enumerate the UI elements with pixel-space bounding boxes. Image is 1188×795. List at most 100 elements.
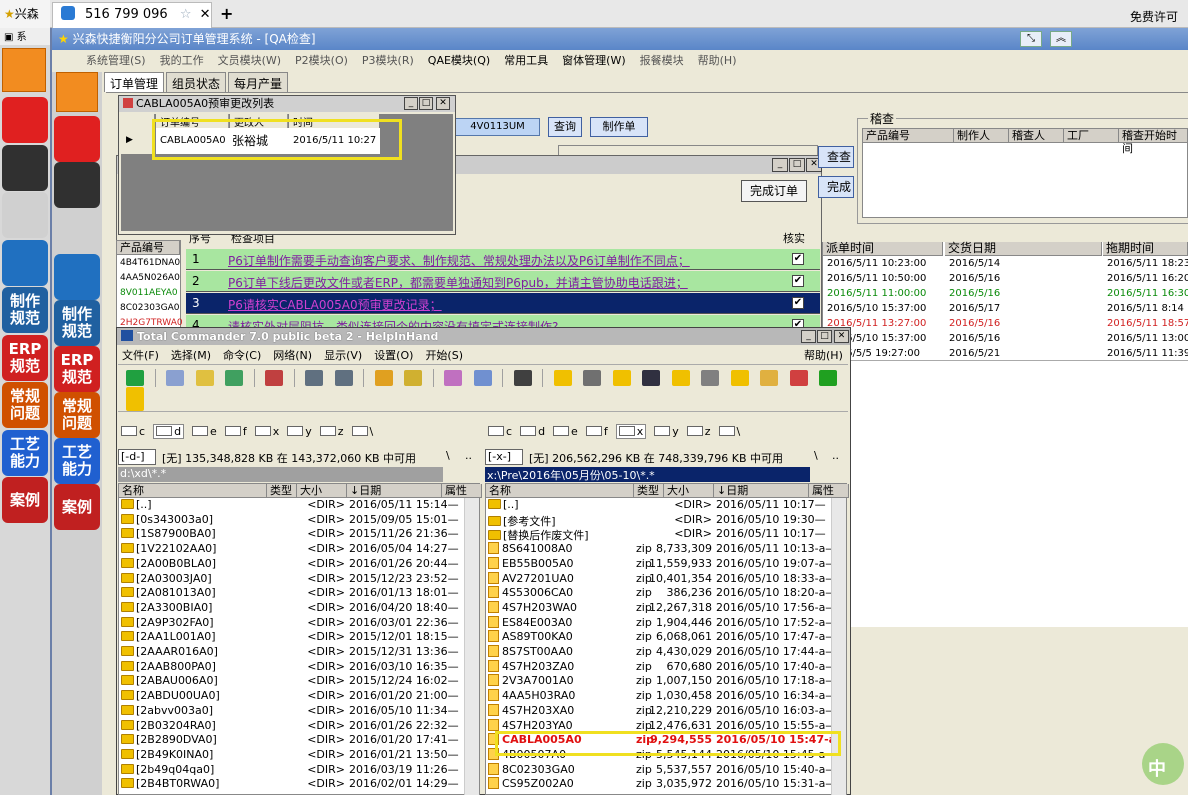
inner-toolbar-box[interactable] — [56, 72, 98, 112]
file-row[interactable]: [参考文件] <DIR> 2016/05/10 19:30— — [486, 513, 831, 527]
file-row[interactable]: [2AAB800PA0] <DIR> 2016/03/10 16:35— — [119, 660, 464, 675]
right-root-button[interactable]: \ — [814, 449, 818, 462]
right-col-header-4[interactable]: 属性 — [809, 484, 849, 498]
pack-icon[interactable] — [374, 370, 393, 386]
new-tab-icon[interactable]: + — [220, 4, 233, 23]
menu-item-2[interactable]: 文员模块(W) — [218, 54, 281, 67]
tool-button-4[interactable]: 制作 规范 — [2, 287, 48, 333]
file-row[interactable]: ES84E003A0 zip 1,904,446 2016/05/10 17:52-a… — [486, 615, 831, 631]
tool-button-1[interactable] — [54, 162, 100, 208]
app-icon[interactable] — [789, 370, 808, 386]
file-row[interactable]: [0s343003a0] <DIR> 2015/09/05 15:01— — [119, 513, 464, 528]
tool-button-7[interactable]: 工艺 能力 — [2, 429, 48, 476]
tool-button-3[interactable] — [2, 239, 48, 286]
complete-order-button[interactable]: 完成订单 — [741, 180, 807, 202]
file-row[interactable]: [2B2890DVA0] <DIR> 2016/01/20 17:41— — [119, 733, 464, 748]
file-row[interactable]: 4S7H203XA0 zip 12,210,229 2016/05/10 16:03-… — [486, 703, 831, 719]
file-row[interactable]: [2A03003JA0] <DIR> 2015/12/23 23:52— — [119, 572, 464, 587]
folder-icon[interactable] — [671, 370, 690, 386]
file-row[interactable]: AV27201UA0 zip 10,401,354 2016/05/10 18:33-… — [486, 571, 831, 587]
tc-menu-item-6[interactable]: 开始(S) — [425, 349, 463, 362]
drive-button-f[interactable]: f — [585, 425, 608, 438]
select-icon[interactable] — [265, 370, 283, 386]
tool-button-5[interactable]: ERP 规范 — [54, 346, 100, 392]
file-row[interactable]: [2A9P302FA0] <DIR> 2016/03/01 22:36— — [119, 616, 464, 631]
left-root-button[interactable]: \ — [446, 449, 450, 462]
app-tab[interactable]: ★兴森 — [0, 0, 50, 28]
file-row[interactable]: 8S641008A0 zip 8,733,309 2016/05/11 10:13-a… — [486, 542, 831, 557]
minimize-button[interactable]: _ — [801, 330, 816, 343]
check-checkbox[interactable]: ✔ — [792, 297, 804, 309]
star-outline-icon[interactable]: ☆ — [180, 7, 192, 22]
outer-toolbar-box[interactable] — [2, 48, 46, 92]
file-row[interactable]: EB55B005A0 zip 11,559,933 2016/05/10 19:07-… — [486, 556, 831, 572]
tool-button-0[interactable] — [54, 116, 100, 162]
tc-menu-item-1[interactable]: 选择(M) — [171, 349, 211, 362]
tool-button-2[interactable] — [2, 192, 48, 238]
tc-menu-item-5[interactable]: 设置(O) — [374, 349, 413, 362]
left-up-button[interactable]: .. — [465, 449, 472, 462]
refresh-icon[interactable] — [126, 370, 144, 386]
menu-item-7[interactable]: 窗体管理(W) — [562, 54, 625, 67]
file-row[interactable]: [2A00B0BLA0] <DIR> 2016/01/26 20:44— — [119, 557, 464, 572]
close-tab-icon[interactable]: ✕ — [200, 7, 211, 22]
tool-button-1[interactable] — [2, 144, 48, 191]
close-button[interactable]: ✕ — [436, 97, 450, 110]
file-row[interactable]: [1V22102AA0] <DIR> 2016/05/04 14:27— — [119, 542, 464, 557]
file-row[interactable]: 4S7H203ZA0 zip 670,680 2016/05/10 17:40-a— — [486, 659, 831, 675]
binoculars-icon[interactable] — [513, 370, 532, 386]
ftp-icon[interactable] — [444, 370, 462, 386]
drive-button-y[interactable]: y — [287, 425, 312, 438]
tool-button-7[interactable]: 工艺 能力 — [54, 438, 100, 484]
tool-button-6[interactable]: 常规 问题 — [2, 382, 48, 428]
file-row[interactable]: 2V3A7001A0 zip 1,007,150 2016/05/10 17:18-a… — [486, 674, 831, 689]
maximize-button[interactable]: □ — [817, 330, 832, 343]
file-row[interactable]: [2B49K0INA0] <DIR> 2016/01/21 13:50— — [119, 748, 464, 763]
home-icon[interactable] — [701, 370, 719, 386]
file-row[interactable]: 8S7ST00AA0 zip 4,430,029 2016/05/10 17:44-a… — [486, 645, 831, 660]
drive-button-d[interactable]: d — [153, 424, 185, 439]
tool-button-6[interactable]: 常规 问题 — [54, 392, 100, 438]
checklist-row[interactable]: 3 P6请核实CABLA005A0预审更改记录； ✔ — [186, 293, 820, 314]
query-button[interactable]: 查询 — [548, 117, 582, 137]
tool-button-8[interactable]: 案例 — [54, 484, 100, 530]
maximize-button[interactable]: □ — [419, 97, 433, 110]
minimize-button[interactable]: _ — [772, 158, 788, 172]
menu-item-5[interactable]: QAE模块(Q) — [428, 54, 490, 67]
checklist-row[interactable]: 2 P6订单下线后更改文件或者ERP，都需要单独通知到P6pub，并请主管协助电话… — [186, 271, 820, 292]
grid-icon[interactable] — [166, 370, 184, 386]
file-row[interactable]: [2ABAU006A0] <DIR> 2015/12/24 16:02— — [119, 674, 464, 689]
file-row[interactable]: [2abvv003a0] <DIR> 2016/05/10 11:34— — [119, 704, 464, 719]
folder-icon[interactable] — [612, 370, 631, 386]
product-item[interactable]: 8C02303GA0 — [120, 303, 180, 313]
forward-icon[interactable] — [334, 370, 353, 386]
tool-button-3[interactable] — [54, 254, 100, 300]
check-checkbox[interactable]: ✔ — [792, 275, 804, 287]
drive-button-x[interactable]: x — [254, 425, 279, 438]
product-item[interactable]: 8V011AEYA0 — [120, 288, 178, 298]
tc-menu-item-3[interactable]: 网络(N) — [273, 349, 312, 362]
file-row[interactable]: [2ABDU00UA0] <DIR> 2016/01/20 21:00— — [119, 689, 464, 704]
tc-menu-item-4[interactable]: 显示(V) — [324, 349, 362, 362]
file-row[interactable]: [2b49q04qa0] <DIR> 2016/03/19 11:26— — [119, 763, 464, 778]
file-row[interactable]: [1S87900BA0] <DIR> 2015/11/26 21:36— — [119, 527, 464, 542]
right-col-header-3[interactable]: ↓日期 — [714, 484, 809, 498]
product-item[interactable]: 4AA5N026A0 — [120, 273, 180, 283]
file-row[interactable]: 4S7H203WA0 zip 12,267,318 2016/05/10 17:56-… — [486, 600, 831, 616]
collapse-icon[interactable]: ︽ — [1050, 31, 1072, 47]
tc-menu-item-0[interactable]: 文件(F) — [122, 349, 159, 362]
thumbnail-icon[interactable] — [225, 370, 243, 386]
p-icon[interactable] — [819, 370, 837, 386]
left-col-header-0[interactable]: 名称 — [119, 484, 267, 498]
drive-button-c[interactable]: c — [488, 425, 512, 438]
file-row[interactable]: [..] <DIR> 2016/05/11 10:17— — [486, 498, 831, 513]
drive-button-\[interactable]: \ — [351, 425, 373, 438]
query-button-2[interactable]: 查查 — [818, 146, 854, 168]
menu-item-1[interactable]: 我的工作 — [160, 54, 204, 67]
maximize-button[interactable]: □ — [789, 158, 805, 172]
tool-button-2[interactable] — [54, 208, 100, 254]
list-icon[interactable] — [195, 370, 214, 386]
file-row[interactable]: [2AAAR016A0] <DIR> 2015/12/31 13:36— — [119, 645, 464, 660]
make-button[interactable]: 制作单 — [590, 117, 648, 137]
left-col-header-3[interactable]: ↓日期 — [347, 484, 442, 498]
